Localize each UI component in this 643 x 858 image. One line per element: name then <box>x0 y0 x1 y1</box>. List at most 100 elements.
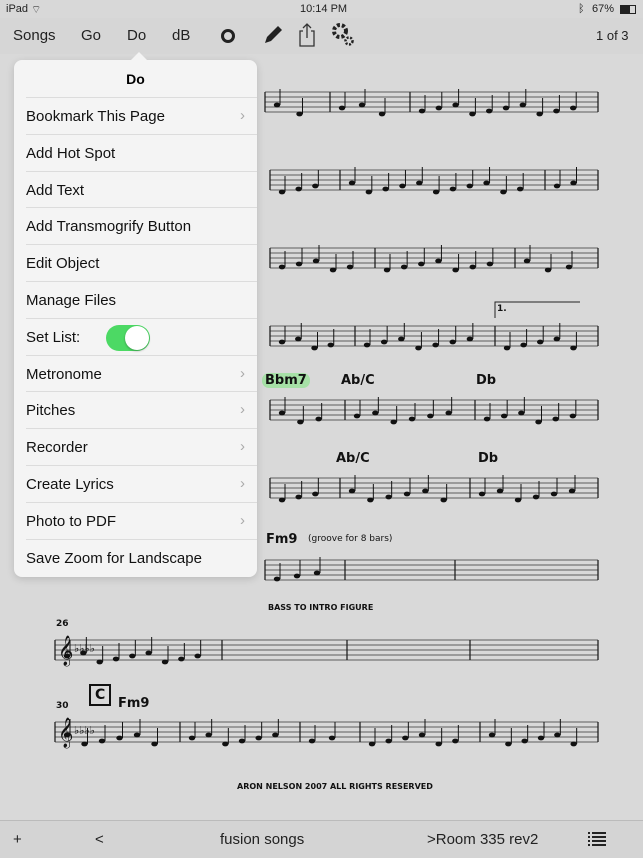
note-head <box>295 186 302 192</box>
note-head <box>238 738 246 744</box>
note-head <box>478 491 486 497</box>
note-head <box>535 419 542 425</box>
note-head <box>278 497 286 503</box>
note-head <box>516 186 524 192</box>
menu-item-label: Photo to PDF <box>26 512 117 530</box>
note-head <box>435 258 442 264</box>
note-head <box>532 494 540 500</box>
next-song-button[interactable]: >Room 335 rev2 <box>427 831 538 848</box>
note-head <box>297 419 304 425</box>
note-head <box>81 741 88 747</box>
note-head <box>402 735 409 741</box>
note-head <box>295 261 303 267</box>
chord-label: Fm9 <box>266 532 298 547</box>
note-head <box>63 732 71 738</box>
menu-item[interactable]: Save Zoom for Landscape <box>26 538 257 576</box>
menu-item-label: Edit Object <box>26 255 100 273</box>
measure-number: 26 <box>56 619 69 629</box>
note-head <box>427 413 434 419</box>
menu-item-label: Recorder <box>26 439 88 457</box>
menu-item[interactable]: Bookmark This Page › <box>26 97 257 134</box>
note-head <box>312 491 319 497</box>
previous-button[interactable]: < <box>95 831 104 848</box>
menu-item[interactable]: Create Lyrics › <box>26 465 257 502</box>
note-head <box>553 336 560 342</box>
list-icon[interactable] <box>588 832 606 846</box>
note-head <box>313 570 321 576</box>
note-head <box>311 345 318 351</box>
menu-item[interactable]: Photo to PDF › <box>26 501 257 539</box>
note-head <box>399 183 406 189</box>
menu-item-label: Add Text <box>26 181 85 199</box>
menu-item-label: Save Zoom for Landscape <box>26 549 202 567</box>
ending-bracket <box>494 301 580 318</box>
note-head <box>293 573 301 579</box>
menu-item[interactable]: Set List: <box>26 317 257 355</box>
note-head <box>312 258 320 264</box>
note-head <box>151 741 158 747</box>
menu-item[interactable]: Edit Object <box>26 244 257 281</box>
note-head <box>295 494 302 500</box>
note-head <box>295 336 302 342</box>
note-head <box>372 410 379 416</box>
note-head <box>432 189 440 195</box>
note-head <box>112 656 120 662</box>
menu-item[interactable]: Add Hot Spot <box>26 133 257 171</box>
note-head <box>554 732 561 738</box>
bass-annotation: Bass to intro figure <box>268 603 374 612</box>
note-head <box>255 735 262 741</box>
note-head <box>329 267 337 273</box>
note-head <box>418 261 425 267</box>
chord-label: Fm9 <box>118 696 150 711</box>
note-head <box>550 491 558 497</box>
note-head <box>403 491 411 497</box>
menu-item-label: Pitches <box>26 402 76 420</box>
note-head <box>98 738 106 744</box>
menu-item-label: Bookmark This Page <box>26 108 165 125</box>
chevron-right-icon: › <box>240 475 245 492</box>
menu-item[interactable]: Recorder › <box>26 428 257 465</box>
note-head <box>570 105 577 111</box>
menu-item[interactable]: Metronome › <box>26 354 257 392</box>
note-head <box>519 102 526 108</box>
add-button[interactable]: + <box>13 831 22 848</box>
note-head <box>380 339 388 345</box>
menu-item-label: Set List: <box>26 328 81 346</box>
note-head <box>536 111 543 117</box>
note-head <box>552 416 559 422</box>
note-head <box>502 105 510 111</box>
note-head <box>133 732 141 738</box>
note-head <box>353 413 361 419</box>
ending-mark: 1. <box>497 304 507 314</box>
menu-item[interactable]: Add Text <box>26 170 257 208</box>
note-head <box>327 342 334 348</box>
note-head <box>416 180 423 186</box>
setlist-name[interactable]: fusion songs <box>220 831 304 848</box>
note-head <box>415 345 422 351</box>
note-head <box>338 105 346 111</box>
menu-item[interactable]: Manage Files <box>26 281 257 318</box>
note-head <box>544 267 552 273</box>
groove-annotation: (groove for 8 bars) <box>308 534 393 544</box>
note-head <box>178 656 185 662</box>
note-head <box>312 183 319 189</box>
note-head <box>308 738 316 744</box>
note-head <box>469 111 476 117</box>
menu-item-label: Metronome <box>26 365 102 383</box>
rehearsal-mark: C <box>89 684 112 706</box>
menu-item[interactable]: Pitches › <box>26 391 257 428</box>
note-head <box>188 735 196 741</box>
note-head <box>222 741 229 747</box>
menu-title: Do <box>126 71 145 87</box>
key-signature: ♭♭♭♭ <box>74 725 95 737</box>
note-head <box>432 342 439 348</box>
note-head <box>452 738 459 744</box>
chevron-right-icon: › <box>240 401 245 419</box>
note-head <box>96 659 103 665</box>
note-head <box>570 180 577 186</box>
note-head <box>382 186 389 192</box>
note-head <box>520 342 527 348</box>
note-head <box>418 732 426 738</box>
set-list-toggle[interactable] <box>106 324 150 351</box>
menu-item[interactable]: Add Transmogrify Button <box>26 207 257 244</box>
